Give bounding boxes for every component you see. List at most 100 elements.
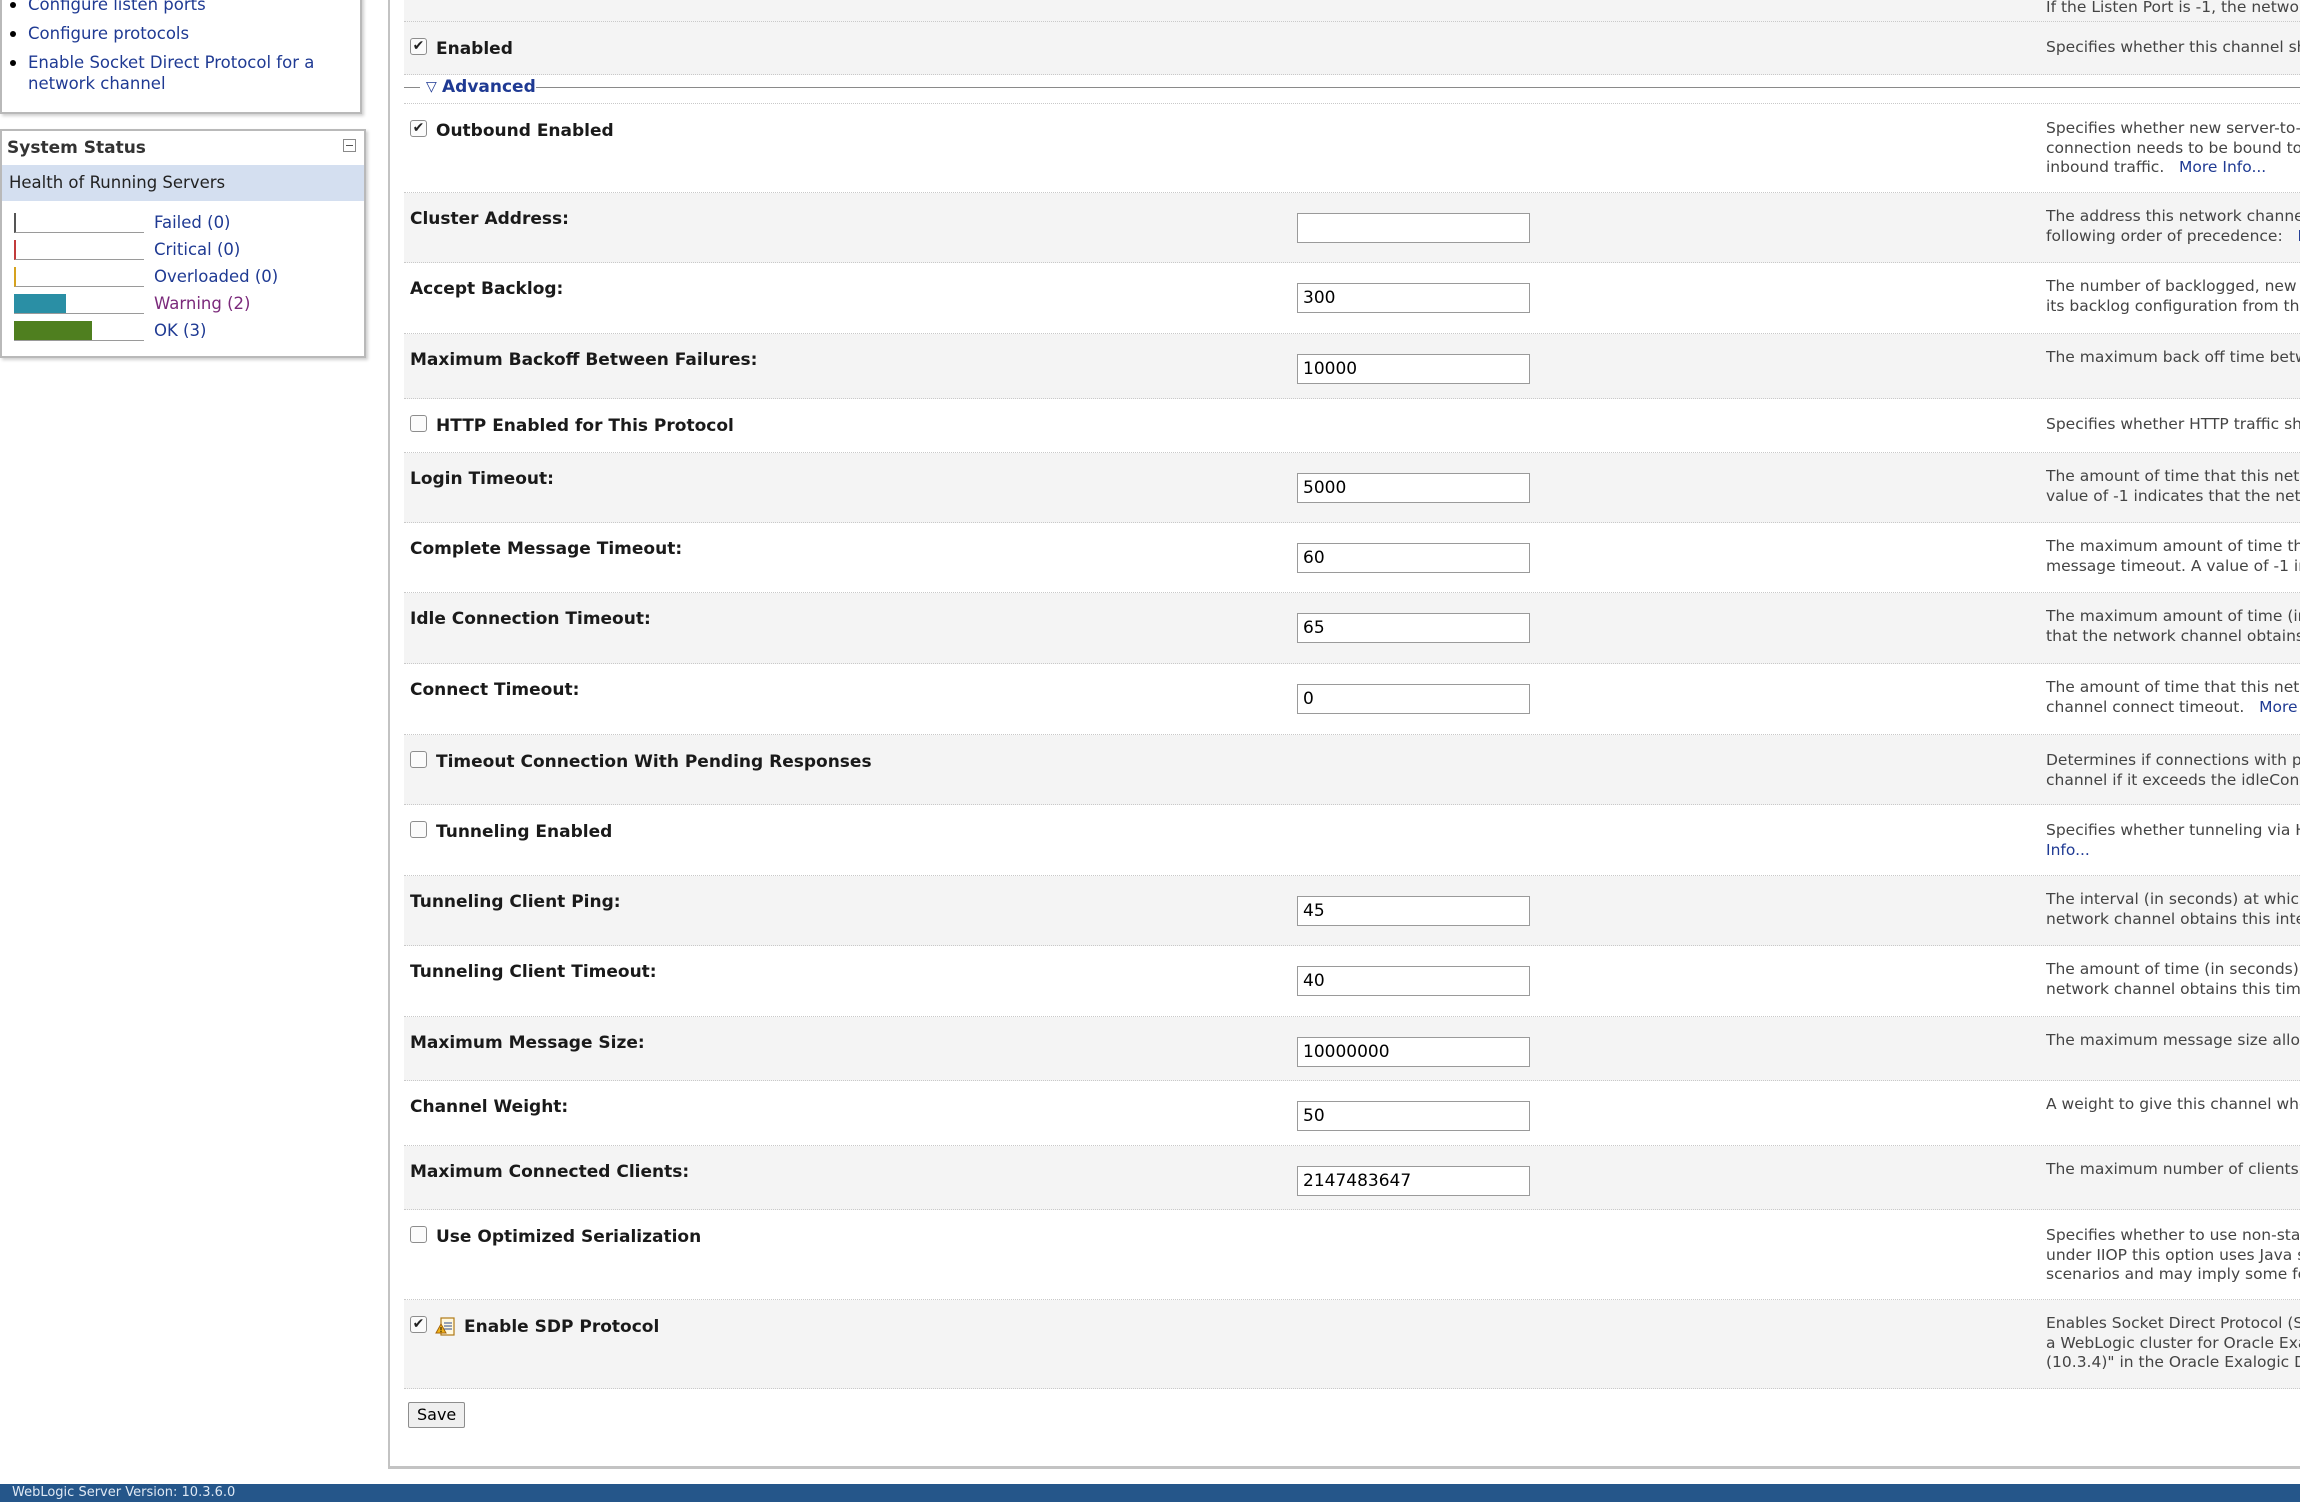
max-msg-size-label: Maximum Message Size: bbox=[410, 1033, 645, 1053]
health-label-overloaded[interactable]: Overloaded (0) bbox=[154, 267, 278, 287]
enabled-label: Enabled bbox=[436, 39, 513, 59]
max-clients-row: Maximum Connected Clients: The maximum n… bbox=[404, 1146, 2300, 1210]
outbound-enabled-row: ✔ Outbound Enabled Specifies whether new… bbox=[404, 103, 2300, 193]
howto-link-protocols[interactable]: Configure protocols bbox=[10, 23, 342, 44]
idle-conn-timeout-row: Idle Connection Timeout: The maximum amo… bbox=[404, 593, 2300, 664]
enable-sdp-row: ✔ Enable SDP Protocol Enables Socket Dir… bbox=[404, 1300, 2300, 1389]
optimized-serialization-label: Use Optimized Serialization bbox=[436, 1227, 702, 1247]
health-bar bbox=[14, 294, 144, 314]
health-label-warning[interactable]: Warning (2) bbox=[154, 294, 250, 314]
max-msg-size-input[interactable] bbox=[1297, 1037, 1530, 1067]
enable-sdp-label: Enable SDP Protocol bbox=[464, 1317, 660, 1337]
complete-msg-timeout-desc: The maximum amount of time this n messag… bbox=[2046, 537, 2300, 575]
cluster-address-input[interactable] bbox=[1297, 213, 1530, 243]
max-backoff-input[interactable] bbox=[1297, 354, 1530, 384]
tunnel-timeout-row: Tunneling Client Timeout: The amount of … bbox=[404, 946, 2300, 1017]
health-bar bbox=[14, 240, 144, 260]
health-label-ok[interactable]: OK (3) bbox=[154, 321, 206, 341]
optimized-serialization-row: Use Optimized Serialization Specifies wh… bbox=[404, 1210, 2300, 1300]
channel-weight-input[interactable] bbox=[1297, 1101, 1530, 1131]
optimized-serialization-checkbox[interactable] bbox=[410, 1226, 427, 1243]
more-info-link[interactable]: More Info... bbox=[2179, 158, 2266, 176]
tunneling-enabled-label: Tunneling Enabled bbox=[436, 822, 613, 842]
health-bar-fill bbox=[14, 321, 92, 340]
health-subtitle: Health of Running Servers bbox=[2, 165, 364, 201]
health-bar bbox=[14, 321, 144, 341]
tunnel-ping-label: Tunneling Client Ping: bbox=[410, 892, 621, 912]
tunneling-enabled-desc: Specifies whether tunneling via HTT Info… bbox=[2046, 821, 2300, 860]
more-info-link[interactable]: Info... bbox=[2046, 841, 2300, 861]
accept-backlog-desc: The number of backlogged, new TC its bac… bbox=[2046, 277, 2300, 315]
enable-sdp-checkbox[interactable]: ✔ bbox=[410, 1316, 427, 1333]
max-msg-size-desc: The maximum message size allowab bbox=[2046, 1031, 2300, 1049]
tunneling-enabled-row: Tunneling Enabled Specifies whether tunn… bbox=[404, 805, 2300, 876]
max-msg-size-row: Maximum Message Size: The maximum messag… bbox=[404, 1017, 2300, 1081]
divider bbox=[404, 87, 420, 88]
login-timeout-desc: The amount of time that this netwo value… bbox=[2046, 467, 2300, 505]
health-label-failed[interactable]: Failed (0) bbox=[154, 213, 231, 233]
tunneling-enabled-checkbox[interactable] bbox=[410, 821, 427, 838]
listen-port-row-partial: If the Listen Port is -1, the network bbox=[404, 0, 2300, 22]
accept-backlog-input[interactable] bbox=[1297, 283, 1530, 313]
timeout-pending-label: Timeout Connection With Pending Response… bbox=[436, 752, 872, 772]
http-enabled-row: HTTP Enabled for This Protocol Specifies… bbox=[404, 399, 2300, 453]
channel-weight-desc: A weight to give this channel when bbox=[2046, 1095, 2300, 1113]
howto-link-sdp[interactable]: Enable Socket Direct Protocol for a netw… bbox=[10, 52, 342, 94]
max-clients-desc: The maximum number of clients tha bbox=[2046, 1160, 2300, 1178]
login-timeout-input[interactable] bbox=[1297, 473, 1530, 503]
timeout-pending-checkbox[interactable] bbox=[410, 751, 427, 768]
version-footer: WebLogic Server Version: 10.3.6.0 bbox=[0, 1484, 2300, 1502]
login-timeout-label: Login Timeout: bbox=[410, 469, 554, 489]
health-bar-fill bbox=[14, 294, 66, 313]
accept-backlog-row: Accept Backlog: The number of backlogged… bbox=[404, 263, 2300, 334]
outbound-enabled-label: Outbound Enabled bbox=[436, 121, 614, 141]
how-do-i-panel: Configure listen ports Configure protoco… bbox=[0, 0, 362, 114]
health-list: Failed (0) Critical (0) Overloaded (0) W… bbox=[2, 201, 364, 341]
max-backoff-label: Maximum Backoff Between Failures: bbox=[410, 350, 758, 370]
save-button[interactable]: Save bbox=[408, 1402, 466, 1428]
accept-backlog-label: Accept Backlog: bbox=[410, 279, 564, 299]
tunnel-timeout-input[interactable] bbox=[1297, 966, 1530, 996]
advanced-label: Advanced bbox=[442, 77, 536, 97]
expand-triangle-icon: ▽ bbox=[426, 79, 437, 95]
cluster-address-row: Cluster Address: The address this networ… bbox=[404, 193, 2300, 263]
channel-weight-label: Channel Weight: bbox=[410, 1097, 569, 1117]
howto-link-listen-ports[interactable]: Configure listen ports bbox=[10, 0, 342, 15]
tunnel-timeout-label: Tunneling Client Timeout: bbox=[410, 962, 657, 982]
health-bar bbox=[14, 213, 144, 233]
collapse-icon[interactable] bbox=[343, 139, 356, 152]
max-clients-input[interactable] bbox=[1297, 1166, 1530, 1196]
listen-port-desc: If the Listen Port is -1, the network bbox=[2046, 0, 2300, 16]
tunnel-ping-input[interactable] bbox=[1297, 896, 1530, 926]
optimized-serialization-desc: Specifies whether to use non-stand under… bbox=[2046, 1226, 2300, 1283]
cluster-address-desc: The address this network channel u follo… bbox=[2046, 207, 2300, 246]
idle-conn-timeout-input[interactable] bbox=[1297, 613, 1530, 643]
http-enabled-checkbox[interactable] bbox=[410, 415, 427, 432]
channel-settings-panel: If the Listen Port is -1, the network ✔ … bbox=[388, 0, 2300, 1469]
more-info-link[interactable]: More In bbox=[2259, 698, 2300, 716]
connect-timeout-input[interactable] bbox=[1297, 684, 1530, 714]
outbound-enabled-desc: Specifies whether new server-to-se conne… bbox=[2046, 119, 2300, 176]
timeout-pending-desc: Determines if connections with pen chann… bbox=[2046, 751, 2300, 789]
enabled-row: ✔ Enabled Specifies whether this channel… bbox=[404, 22, 2300, 75]
restart-required-icon bbox=[435, 1315, 456, 1337]
complete-msg-timeout-input[interactable] bbox=[1297, 543, 1530, 573]
tunnel-ping-row: Tunneling Client Ping: The interval (in … bbox=[404, 876, 2300, 946]
tunnel-ping-desc: The interval (in seconds) at which t net… bbox=[2046, 890, 2300, 928]
http-enabled-desc: Specifies whether HTTP traffic shou bbox=[2046, 415, 2300, 433]
health-label-critical[interactable]: Critical (0) bbox=[154, 240, 240, 260]
max-backoff-desc: The maximum back off time betwee bbox=[2046, 348, 2300, 366]
advanced-section-toggle[interactable]: ▽ Advanced bbox=[404, 77, 2300, 97]
idle-conn-timeout-label: Idle Connection Timeout: bbox=[410, 609, 651, 629]
login-timeout-row: Login Timeout: The amount of time that t… bbox=[404, 453, 2300, 523]
enabled-checkbox[interactable]: ✔ bbox=[410, 38, 427, 55]
http-enabled-label: HTTP Enabled for This Protocol bbox=[436, 416, 734, 436]
health-bar bbox=[14, 267, 144, 287]
system-status-panel: System Status Health of Running Servers … bbox=[0, 129, 366, 358]
connect-timeout-row: Connect Timeout: The amount of time that… bbox=[404, 664, 2300, 735]
max-clients-label: Maximum Connected Clients: bbox=[410, 1162, 690, 1182]
complete-msg-timeout-label: Complete Message Timeout: bbox=[410, 539, 683, 559]
max-backoff-row: Maximum Backoff Between Failures: The ma… bbox=[404, 334, 2300, 399]
timeout-pending-row: Timeout Connection With Pending Response… bbox=[404, 735, 2300, 805]
outbound-enabled-checkbox[interactable]: ✔ bbox=[410, 120, 427, 137]
